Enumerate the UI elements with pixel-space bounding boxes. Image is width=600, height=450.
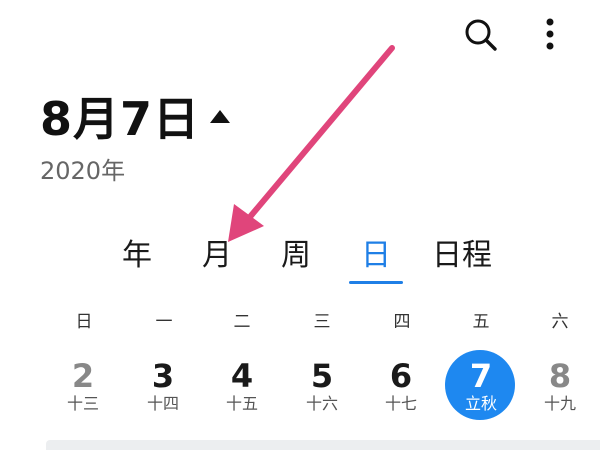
date-number: 7 xyxy=(469,357,493,395)
bottom-panel-edge xyxy=(46,440,600,450)
lunar-date: 十七 xyxy=(384,394,417,413)
weekday-tue: 二 xyxy=(233,312,251,332)
search-button[interactable] xyxy=(458,12,504,58)
tab-year[interactable]: 年 xyxy=(112,234,162,280)
search-icon xyxy=(465,19,497,51)
date-cell[interactable]: 4 十五 xyxy=(207,348,277,424)
lunar-date: 十六 xyxy=(305,394,338,413)
date-cell[interactable]: 6 十七 xyxy=(366,348,436,424)
date-cell[interactable]: 5 十六 xyxy=(287,348,357,424)
weekday-sat: 六 xyxy=(551,312,569,332)
weekday-mon: 一 xyxy=(155,312,173,332)
date-cell[interactable]: 8 十九 xyxy=(525,348,595,424)
weekday-fri: 五 xyxy=(472,312,490,332)
tab-day[interactable]: 日 xyxy=(350,234,402,280)
date-cell-selected[interactable]: 7 立秋 xyxy=(445,348,516,424)
date-number: 4 xyxy=(230,357,254,395)
date-number: 3 xyxy=(151,357,175,395)
lunar-date: 十五 xyxy=(225,394,258,413)
lunar-date: 十四 xyxy=(146,394,179,413)
date-title[interactable]: 8月7日 xyxy=(40,88,200,150)
date-number: 6 xyxy=(389,357,413,395)
weekday-sun: 日 xyxy=(75,312,93,332)
date-number: 2 xyxy=(71,357,95,395)
date-number: 8 xyxy=(548,357,572,395)
lunar-date: 立秋 xyxy=(464,394,497,413)
date-cell[interactable]: 2 十三 xyxy=(48,348,118,424)
active-tab-indicator xyxy=(349,281,403,284)
more-options-button[interactable] xyxy=(530,12,570,58)
lunar-date: 十三 xyxy=(66,394,99,413)
tab-month[interactable]: 月 xyxy=(192,234,242,280)
tab-week[interactable]: 周 xyxy=(270,234,322,280)
weekday-wed: 三 xyxy=(313,312,331,332)
date-number: 5 xyxy=(310,357,334,395)
caret-up-icon[interactable] xyxy=(208,107,232,125)
lunar-date: 十九 xyxy=(543,394,576,413)
date-cell[interactable]: 3 十四 xyxy=(128,348,198,424)
tab-schedule[interactable]: 日程 xyxy=(424,234,500,280)
more-vertical-icon xyxy=(546,18,554,50)
year-label: 2020年 xyxy=(40,157,126,185)
weekday-thu: 四 xyxy=(393,312,411,332)
